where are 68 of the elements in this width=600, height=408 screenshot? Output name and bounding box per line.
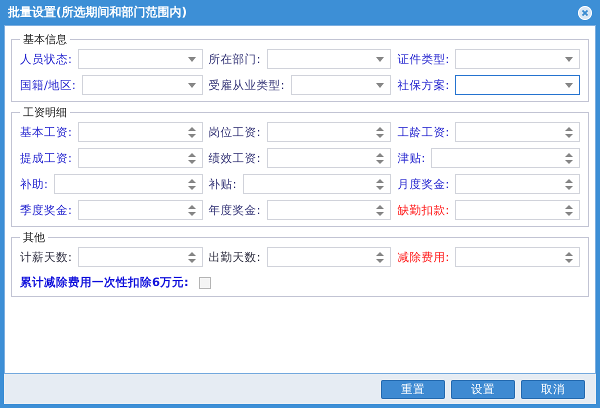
number-field[interactable] xyxy=(455,200,580,220)
number-field[interactable] xyxy=(242,174,392,194)
spinner-icon xyxy=(188,126,196,138)
spinner-icon xyxy=(188,152,196,164)
caret-icon xyxy=(188,56,196,62)
number-field[interactable] xyxy=(455,174,580,194)
spinner-icon xyxy=(376,178,384,190)
field-label: 岗位工资: xyxy=(208,124,261,140)
number-field[interactable] xyxy=(54,174,203,194)
field-label: 受雇从业类型: xyxy=(208,78,285,92)
number-field[interactable] xyxy=(266,122,392,142)
section-legend: 其他 xyxy=(20,230,48,245)
number-field[interactable] xyxy=(266,200,392,220)
field-label: 补助: xyxy=(20,176,48,192)
spinner-icon xyxy=(376,204,384,216)
spinner-icon xyxy=(376,152,384,164)
spinner-icon xyxy=(565,204,573,216)
number-field[interactable] xyxy=(431,148,580,168)
field-label: 年度奖金: xyxy=(208,202,261,218)
number-field[interactable] xyxy=(266,247,392,267)
number-field[interactable] xyxy=(78,247,203,267)
field-label: 人员状态: xyxy=(20,52,72,66)
field-label: 减除费用: xyxy=(397,250,450,264)
field-label: 补贴: xyxy=(208,176,237,192)
spinner-icon xyxy=(376,126,384,138)
field-label: 证件类型: xyxy=(397,52,450,66)
close-icon[interactable] xyxy=(578,6,592,20)
dialog-button[interactable]: 设置 xyxy=(451,380,515,398)
caret-icon xyxy=(376,82,384,88)
caret-icon xyxy=(188,82,196,88)
dialog-button[interactable]: 重置 xyxy=(381,380,445,398)
spinner-icon xyxy=(565,152,573,164)
field-label: 国籍/地区: xyxy=(20,78,76,92)
spinner-icon xyxy=(188,204,196,216)
caret-icon xyxy=(565,56,573,62)
section-legend: 工资明细 xyxy=(20,105,70,120)
number-field[interactable] xyxy=(78,200,203,220)
field-label: 缺勤扣款: xyxy=(397,202,450,218)
field-label: 出勤天数: xyxy=(208,250,261,264)
number-field[interactable] xyxy=(78,122,203,142)
spinner-icon xyxy=(565,126,573,138)
section-legend: 基本信息 xyxy=(20,32,70,47)
caret-icon xyxy=(565,82,573,88)
number-field[interactable] xyxy=(455,247,580,267)
number-field[interactable] xyxy=(266,148,392,168)
field-label: 工龄工资: xyxy=(397,124,450,140)
field-label: 所在部门: xyxy=(208,52,261,66)
field-label: 基本工资: xyxy=(20,124,72,140)
spinner-icon xyxy=(188,252,196,262)
spinner-icon xyxy=(565,252,573,262)
field-label: 津贴: xyxy=(397,150,426,166)
caret-icon xyxy=(376,56,384,62)
field-label: 月度奖金: xyxy=(397,176,450,192)
field-label: 绩效工资: xyxy=(208,150,261,166)
window-title: 批量设置(所选期间和部门范围内) xyxy=(8,4,187,21)
dropdown-field[interactable] xyxy=(455,75,580,95)
dialog-button[interactable]: 取消 xyxy=(521,380,585,398)
number-field[interactable] xyxy=(455,122,580,142)
spinner-icon xyxy=(376,252,384,262)
checkbox[interactable] xyxy=(198,276,211,288)
field-label: 提成工资: xyxy=(20,150,72,166)
field-label: 季度奖金: xyxy=(20,202,72,218)
number-field[interactable] xyxy=(78,148,203,168)
spinner-icon xyxy=(188,178,196,190)
spinner-icon xyxy=(565,178,573,190)
checkbox-label: 累计减除费用一次性扣除6万元: xyxy=(20,275,189,290)
field-label: 社保方案: xyxy=(397,78,450,92)
field-label: 计薪天数: xyxy=(20,250,72,264)
